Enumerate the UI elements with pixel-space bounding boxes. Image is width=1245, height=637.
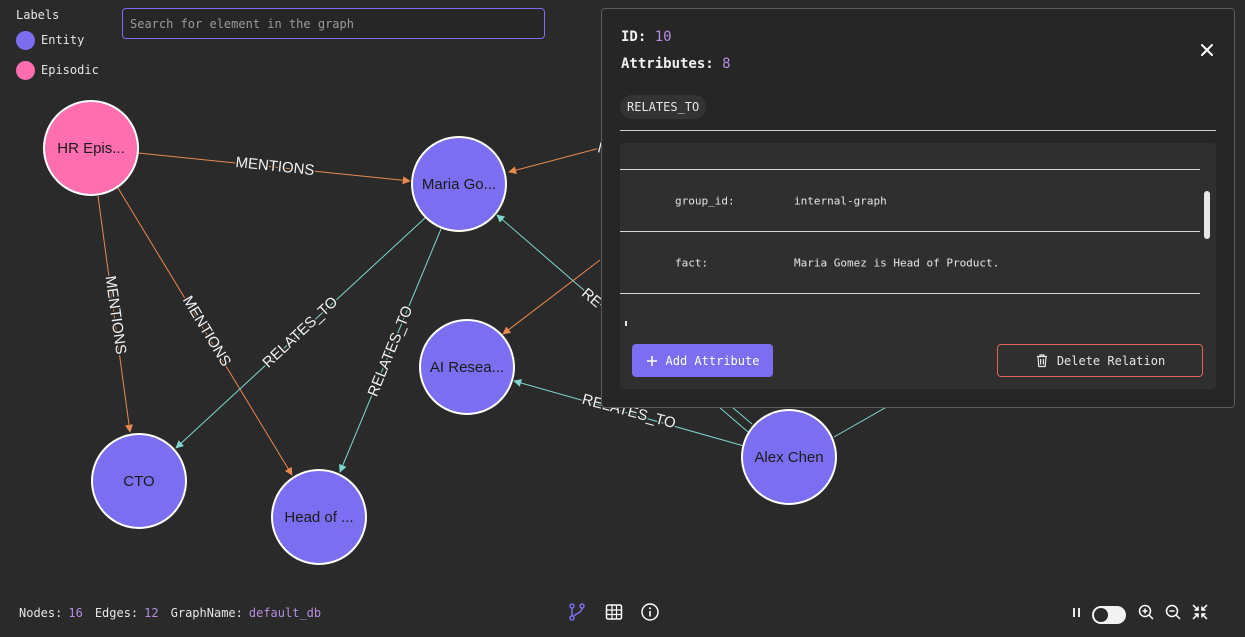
table-icon — [605, 604, 623, 620]
graphname-label: GraphName: — [170, 606, 243, 620]
close-icon — [1201, 44, 1213, 56]
pause-button[interactable] — [1069, 602, 1085, 622]
zoom-out-button[interactable] — [1163, 602, 1183, 622]
text-cursor — [625, 321, 627, 326]
attribute-key: group_id: — [675, 194, 735, 207]
id-value: 10 — [654, 29, 672, 45]
add-attribute-button[interactable]: Add Attribute — [632, 344, 773, 377]
node-alex-chen[interactable]: Alex Chen — [741, 409, 837, 505]
attribute-row[interactable]: group_id: internal-graph — [620, 170, 1200, 232]
fit-screen-button[interactable] — [1190, 602, 1210, 622]
animation-toggle[interactable] — [1092, 606, 1126, 624]
edge-label-hr-head: MENTIONS — [179, 293, 234, 370]
trash-icon — [1036, 354, 1047, 368]
legend-dot-episodic — [16, 60, 35, 80]
relation-details-panel: ID: 10 Attributes: 8 RELATES_TO group_id… — [601, 8, 1235, 408]
legend-item-entity[interactable]: Entity — [16, 30, 99, 50]
edge-alex-right[interactable] — [833, 404, 891, 438]
edge-label-maria-head: RELATES_TO — [365, 303, 417, 399]
node-label: Maria Go... — [422, 176, 496, 193]
edges-label: Edges: — [94, 606, 139, 620]
attributes-count: 8 — [722, 56, 731, 72]
edge-label-maria-cto: RELATES_TO — [259, 293, 341, 371]
panel-attributes-row: Attributes: 8 — [621, 56, 731, 72]
plus-icon — [646, 355, 657, 366]
edge-label-hr-maria: MENTIONS — [235, 154, 316, 179]
node-hr-episode[interactable]: HR Epis... — [43, 100, 139, 196]
node-label: AI Resea... — [430, 359, 504, 376]
attributes-scrollbar[interactable] — [1204, 191, 1210, 239]
graph-view-icon — [569, 603, 585, 621]
legend-dot-entity — [16, 30, 35, 50]
zoom-in-icon — [1138, 604, 1154, 620]
attributes-label: Attributes: — [621, 56, 714, 72]
panel-id-row: ID: 10 — [621, 29, 672, 45]
node-label: Head of ... — [284, 509, 353, 526]
legend-title: Labels — [16, 8, 60, 22]
legend-label: Episodic — [41, 63, 99, 77]
edge-alex-left[interactable] — [731, 406, 753, 425]
zoom-in-button[interactable] — [1136, 602, 1156, 622]
toggle-knob — [1094, 608, 1108, 622]
attribute-value: internal-graph — [794, 194, 887, 207]
table-view-button[interactable] — [604, 602, 624, 622]
pause-icon — [1073, 608, 1080, 617]
zoom-out-icon — [1165, 604, 1181, 620]
close-panel-button[interactable] — [1196, 39, 1218, 61]
node-maria-gomez[interactable]: Maria Go... — [411, 136, 507, 232]
attributes-table[interactable]: group_id: internal-graph fact: Maria Gom… — [620, 143, 1216, 389]
legend-label: Entity — [41, 33, 85, 47]
nodes-label: Nodes: — [19, 606, 63, 620]
edge-offscreen-maria[interactable] — [508, 147, 601, 175]
labels-legend: Labels Entity Episodic — [16, 8, 99, 90]
graphname-value: default_db — [248, 606, 322, 620]
edge-labels: MENTIONS MENTIONS MENTIONS RELATES_TO RE… — [100, 138, 679, 434]
relation-type-chip: RELATES_TO — [620, 95, 707, 119]
edges-count: 12 — [144, 606, 159, 620]
delete-relation-label: Delete Relation — [1056, 353, 1166, 368]
node-cto[interactable]: CTO — [91, 433, 187, 529]
graph-view-button[interactable] — [567, 602, 587, 622]
node-label: CTO — [123, 473, 154, 490]
graph-stats: Nodes: 16 Edges: 12 GraphName: default_d… — [19, 606, 327, 620]
id-label: ID: — [621, 29, 647, 45]
delete-relation-button[interactable]: Delete Relation — [997, 344, 1203, 377]
attribute-value: Maria Gomez is Head of Product. — [794, 256, 1000, 269]
attribute-key: fact: — [675, 256, 709, 269]
node-label: Alex Chen — [754, 449, 823, 466]
add-attribute-label: Add Attribute — [665, 353, 760, 368]
edge-label-hr-cto: MENTIONS — [102, 275, 130, 356]
node-head-of[interactable]: Head of ... — [271, 469, 367, 565]
node-ai-research[interactable]: AI Resea... — [419, 319, 515, 415]
node-label: HR Epis... — [57, 140, 125, 157]
attribute-row[interactable] — [620, 143, 1200, 170]
info-button[interactable] — [640, 602, 660, 622]
fit-screen-icon — [1192, 604, 1208, 620]
panel-divider — [620, 130, 1216, 131]
info-icon — [641, 603, 659, 621]
legend-item-episodic[interactable]: Episodic — [16, 60, 99, 80]
nodes-count: 16 — [68, 606, 83, 620]
attribute-row[interactable]: fact: Maria Gomez is Head of Product. — [620, 232, 1200, 294]
graph-search-input[interactable] — [122, 8, 545, 39]
